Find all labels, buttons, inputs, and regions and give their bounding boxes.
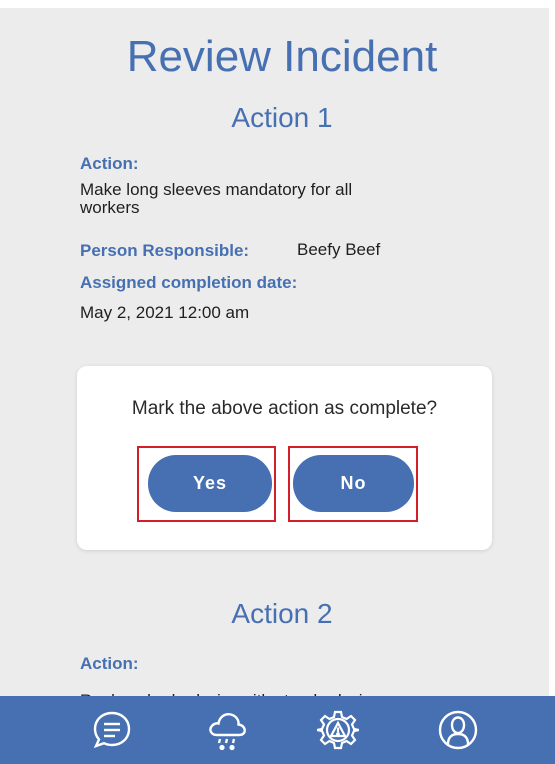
yes-button[interactable]: Yes (148, 455, 272, 512)
action-1-person-label: Person Responsible: (80, 241, 250, 260)
weather-icon[interactable] (201, 704, 253, 756)
profile-icon[interactable] (432, 704, 484, 756)
action-1-action-label: Action: (80, 154, 139, 173)
action-1-heading: Action 1 (231, 102, 333, 133)
page-title: Review Incident (126, 32, 438, 81)
action-2-heading: Action 2 (231, 598, 333, 629)
action-2-action-label: Action: (80, 654, 139, 673)
action-1-action-text-line2: workers (80, 198, 140, 217)
review-incident-screen: Review Incident Action 1 Action: Make lo… (0, 0, 555, 764)
hazard-settings-icon[interactable] (312, 704, 364, 756)
action-1-person-value: Beefy Beef (297, 240, 381, 259)
dialog-message: Mark the above action as complete? (131, 398, 438, 419)
bottom-nav-bar (0, 696, 555, 764)
no-button[interactable]: No (293, 455, 414, 512)
action-1-date-label: Assigned completion date: (80, 273, 298, 292)
action-1-action-text-line1: Make long sleeves mandatory for all (80, 180, 353, 199)
action-1-date-value: May 2, 2021 12:00 am (80, 303, 250, 322)
content-panel: Review Incident Action 1 Action: Make lo… (0, 8, 549, 710)
chat-icon[interactable] (86, 704, 138, 756)
